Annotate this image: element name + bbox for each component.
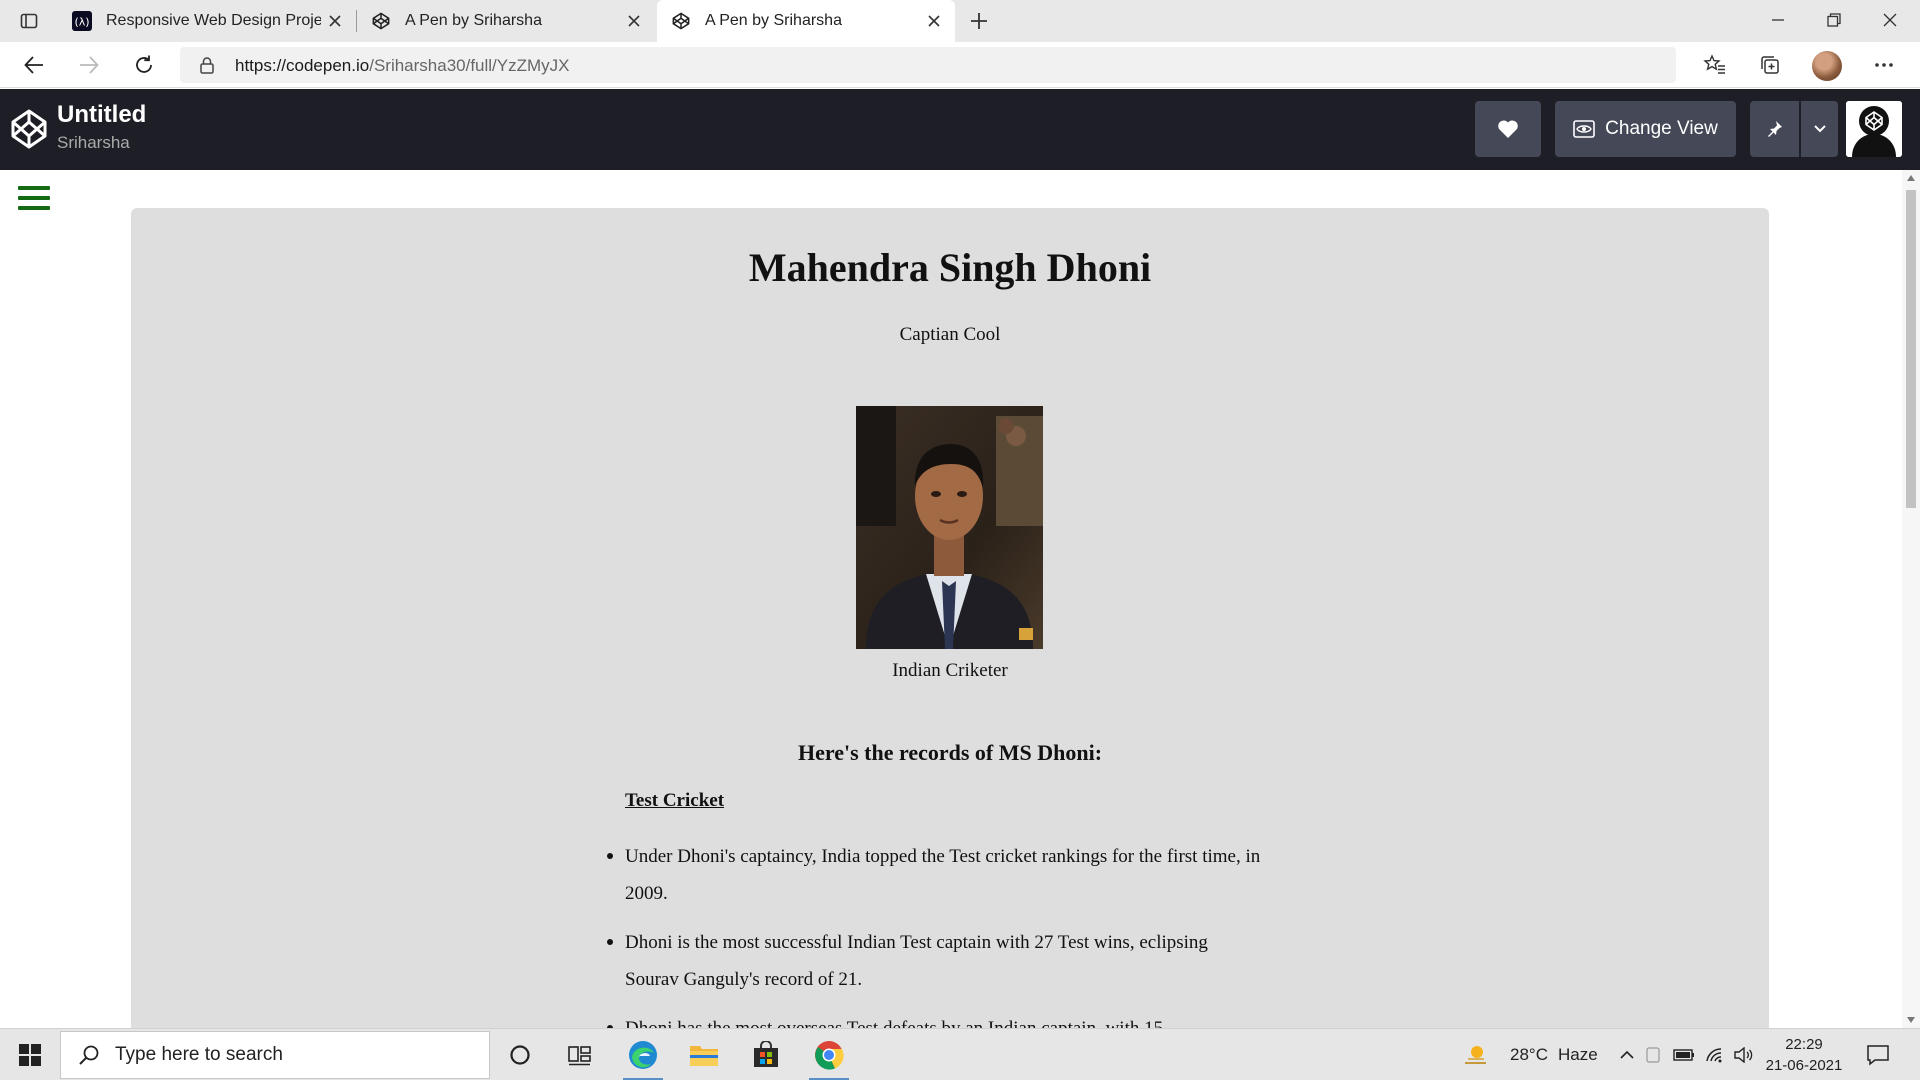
cortana-icon[interactable] <box>492 1029 548 1080</box>
task-view-icon[interactable] <box>552 1029 608 1080</box>
clock-time: 22:29 <box>1785 1036 1823 1053</box>
browser-tab-pen-active[interactable]: A Pen by Sriharsha <box>657 0 955 42</box>
search-icon <box>77 1043 101 1067</box>
browser-profile-avatar[interactable] <box>1812 51 1842 81</box>
battery-icon[interactable] <box>1670 1029 1698 1080</box>
codepen-header: Untitled Sriharsha Change View <box>0 89 1920 170</box>
browser-tab-fcc[interactable]: (λ) Responsive Web Design Projects <box>58 0 356 42</box>
show-hidden-icons-icon[interactable] <box>1614 1029 1640 1080</box>
dhoni-portrait-image <box>856 406 1043 649</box>
start-button[interactable] <box>0 1029 60 1080</box>
close-tab-icon[interactable] <box>326 12 344 30</box>
codepen-icon <box>671 11 691 31</box>
pin-dropdown-button[interactable] <box>1801 101 1838 157</box>
tribute-card: Mahendra Singh Dhoni Captian Cool Indian… <box>131 208 1769 1028</box>
tray-app-icon[interactable] <box>1642 1029 1664 1080</box>
close-tab-icon[interactable] <box>925 12 943 30</box>
pin-icon <box>1767 121 1782 137</box>
change-view-label: Change View <box>1605 118 1718 139</box>
browser-tab-strip: (λ) Responsive Web Design Projects A Pen… <box>0 0 1920 42</box>
scroll-up-arrow-icon[interactable] <box>1907 175 1915 181</box>
pen-preview: Mahendra Singh Dhoni Captian Cool Indian… <box>0 170 1920 1028</box>
weather-icon[interactable] <box>1456 1029 1496 1080</box>
pen-author[interactable]: Sriharsha <box>57 133 130 153</box>
collections-icon[interactable] <box>1754 49 1786 81</box>
close-window-button[interactable] <box>1862 0 1918 40</box>
love-button[interactable] <box>1475 101 1541 157</box>
browser-tab-pen[interactable]: A Pen by Sriharsha <box>357 0 655 42</box>
weather-temp[interactable]: 28°C <box>1510 1045 1548 1065</box>
user-avatar[interactable] <box>1846 101 1902 157</box>
tribute-name: Mahendra Singh Dhoni <box>748 245 1152 290</box>
weather-desc[interactable]: Haze <box>1558 1045 1598 1065</box>
browser-toolbar: https://codepen.io/Sriharsha30/full/YzZM… <box>0 42 1920 88</box>
more-options-icon[interactable] <box>1868 49 1900 81</box>
tab-title: A Pen by Sriharsha <box>705 12 842 29</box>
refresh-button[interactable] <box>128 49 160 81</box>
list-item: Dhoni is the most successful Indian Test… <box>607 924 1265 998</box>
codepen-icon <box>371 11 391 31</box>
tribute-tagline: Captian Cool <box>899 324 1001 345</box>
taskbar-clock[interactable]: 22:29 21-06-2021 <box>1762 1034 1846 1076</box>
hamburger-menu-icon[interactable] <box>18 186 50 212</box>
scroll-thumb[interactable] <box>1906 190 1916 508</box>
tab-title: A Pen by Sriharsha <box>405 12 542 29</box>
records-heading: Here's the records of MS Dhoni: <box>797 740 1103 765</box>
windows-taskbar: Type here to search 28°C Haze 22:29 21-0… <box>0 1028 1920 1080</box>
preview-scrollbar[interactable] <box>1902 170 1920 1028</box>
minimize-button[interactable] <box>1750 0 1806 40</box>
records-list: Under Dhoni's captaincy, India topped th… <box>607 838 1265 1028</box>
fcc-icon: (λ) <box>72 11 92 31</box>
eye-window-icon <box>1573 120 1595 138</box>
back-button[interactable] <box>18 49 50 81</box>
url-text: https://codepen.io/Sriharsha30/full/YzZM… <box>235 56 570 75</box>
list-item: Under Dhoni's captaincy, India topped th… <box>607 838 1265 912</box>
list-item: Dhoni has the most overseas Test defeats… <box>607 1010 1265 1028</box>
file-explorer-icon[interactable] <box>676 1029 732 1080</box>
chevron-down-icon <box>1813 125 1826 133</box>
close-tab-icon[interactable] <box>625 12 643 30</box>
wifi-icon[interactable] <box>1702 1029 1728 1080</box>
clock-date: 21-06-2021 <box>1765 1057 1843 1074</box>
forward-button[interactable] <box>73 49 105 81</box>
search-placeholder: Type here to search <box>115 1044 283 1065</box>
taskbar-search-box[interactable]: Type here to search <box>60 1031 490 1079</box>
chrome-icon[interactable] <box>801 1029 857 1080</box>
change-view-button[interactable]: Change View <box>1555 101 1736 157</box>
edge-browser-icon[interactable] <box>615 1029 671 1080</box>
lock-icon[interactable] <box>198 56 216 74</box>
codepen-logo-icon[interactable] <box>10 107 48 151</box>
tab-title: Responsive Web Design Projects <box>106 12 321 29</box>
image-caption: Indian Criketer <box>892 660 1008 681</box>
new-tab-button[interactable] <box>966 8 992 34</box>
scroll-down-arrow-icon[interactable] <box>1907 1017 1915 1023</box>
svg-text:(λ): (λ) <box>74 16 89 29</box>
notifications-icon[interactable] <box>1864 1041 1892 1069</box>
windows-logo-icon <box>19 1044 41 1066</box>
heart-icon <box>1498 120 1518 138</box>
tab-actions-icon[interactable] <box>16 8 42 34</box>
pen-title[interactable]: Untitled <box>57 101 146 129</box>
address-bar[interactable]: https://codepen.io/Sriharsha30/full/YzZM… <box>180 47 1841 83</box>
restore-button[interactable] <box>1806 0 1862 40</box>
microsoft-store-icon[interactable] <box>738 1029 794 1080</box>
favorites-icon[interactable] <box>1699 49 1731 81</box>
pin-button[interactable] <box>1750 101 1799 157</box>
test-cricket-heading: Test Cricket <box>625 790 725 811</box>
volume-icon[interactable] <box>1730 1029 1756 1080</box>
